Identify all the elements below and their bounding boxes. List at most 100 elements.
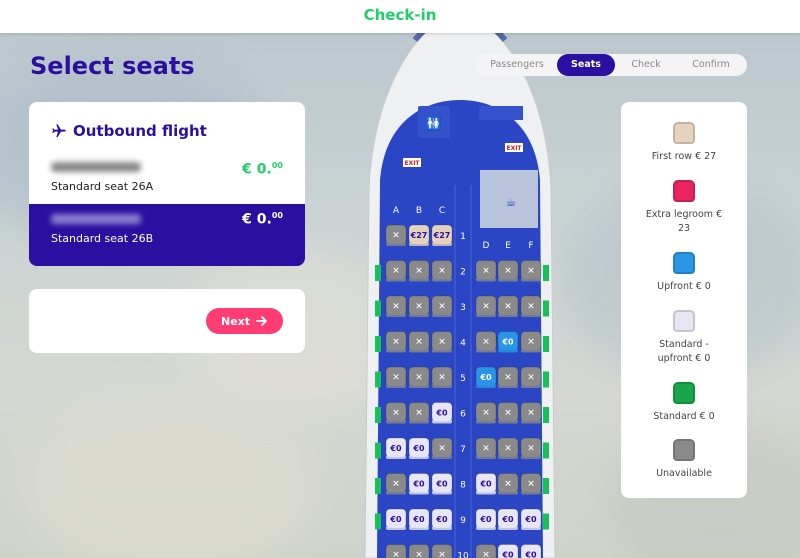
seat-available[interactable]: €0 bbox=[475, 366, 497, 388]
row-number: 5 bbox=[460, 374, 466, 384]
step-passengers[interactable]: Passengers bbox=[479, 54, 555, 76]
seat-label: €0 bbox=[389, 515, 402, 524]
seat-label: ✕ bbox=[504, 302, 512, 312]
seat-label: €0 bbox=[479, 515, 492, 524]
seat-available[interactable]: €0 bbox=[497, 508, 519, 530]
seat-unavailable: ✕ bbox=[497, 473, 519, 495]
row-number: 10 bbox=[457, 552, 469, 558]
seat-unavailable: ✕ bbox=[520, 402, 542, 424]
wing-marker bbox=[375, 478, 381, 494]
seat-unavailable: ✕ bbox=[497, 366, 519, 388]
seat-label: ✕ bbox=[482, 338, 490, 348]
seat-label: ✕ bbox=[438, 444, 446, 454]
seat-available[interactable]: €0 bbox=[431, 508, 453, 530]
seat-unavailable: ✕ bbox=[520, 331, 542, 353]
legend-label: Upfront € 0 bbox=[657, 281, 711, 292]
seat-label: ✕ bbox=[527, 480, 535, 490]
seat-unavailable: ✕ bbox=[408, 331, 430, 353]
seat-label: ✕ bbox=[392, 480, 400, 490]
seat-unavailable: ✕ bbox=[475, 544, 497, 558]
seat-unavailable: ✕ bbox=[520, 366, 542, 388]
seat-available[interactable]: €27 bbox=[408, 224, 430, 246]
seat-unavailable: ✕ bbox=[520, 437, 542, 459]
row-number: 9 bbox=[460, 516, 466, 526]
wing-marker bbox=[375, 371, 381, 388]
seat-label: €0 bbox=[412, 444, 425, 453]
seat-label: ✕ bbox=[504, 267, 512, 277]
action-card: Next bbox=[29, 289, 305, 353]
airplane-icon bbox=[52, 124, 66, 137]
wing-marker bbox=[543, 300, 549, 317]
seat-available[interactable]: €0 bbox=[475, 508, 497, 530]
wing-marker bbox=[543, 407, 549, 423]
seat-label: €0 bbox=[389, 444, 402, 453]
seat-available[interactable]: €0 bbox=[431, 402, 453, 424]
seat-label: €0 bbox=[479, 480, 492, 489]
seat-label: ✕ bbox=[504, 480, 512, 490]
wing-marker bbox=[375, 300, 381, 317]
step-check[interactable]: Check bbox=[619, 54, 673, 76]
seat-unavailable: ✕ bbox=[385, 224, 407, 246]
seat-available[interactable]: €0 bbox=[431, 473, 453, 495]
seat-label: €0 bbox=[524, 551, 537, 558]
seat-label: ✕ bbox=[504, 409, 512, 419]
seat-available[interactable]: €0 bbox=[385, 508, 407, 530]
seat-label: €0 bbox=[435, 480, 448, 489]
seat-unavailable: ✕ bbox=[475, 402, 497, 424]
seat-label: ✕ bbox=[527, 409, 535, 419]
seat-label: ✕ bbox=[482, 551, 490, 558]
seat-available[interactable]: €0 bbox=[497, 331, 519, 353]
seat-label: ✕ bbox=[392, 267, 400, 277]
seat-unavailable: ✕ bbox=[385, 402, 407, 424]
seat-swatch-icon bbox=[673, 252, 695, 274]
seat-label: €0 bbox=[435, 515, 448, 524]
seat-label: ✕ bbox=[482, 409, 490, 419]
row-number: 3 bbox=[460, 303, 466, 313]
flight-heading-label: Outbound flight bbox=[73, 122, 207, 140]
row-number: 8 bbox=[460, 481, 466, 491]
seat-label: ✕ bbox=[482, 267, 490, 277]
seat-label: ✕ bbox=[438, 267, 446, 277]
seat-available[interactable]: €27 bbox=[431, 224, 453, 246]
seat-available[interactable]: €0 bbox=[408, 437, 430, 459]
passenger-name-redacted bbox=[51, 162, 141, 172]
seat-unavailable: ✕ bbox=[408, 544, 430, 558]
seat-label: ✕ bbox=[392, 338, 400, 348]
seat-label: ✕ bbox=[527, 267, 535, 277]
seat-unavailable: ✕ bbox=[431, 437, 453, 459]
passenger-row-selected[interactable]: Standard seat 26B € 0.00 bbox=[29, 204, 305, 266]
column-label: A bbox=[393, 206, 400, 216]
seat-label: ✕ bbox=[415, 373, 423, 383]
seat-available[interactable]: €0 bbox=[408, 473, 430, 495]
seat-label: ✕ bbox=[504, 373, 512, 383]
seat-available[interactable]: €0 bbox=[385, 437, 407, 459]
seat-label: €0 bbox=[524, 515, 537, 524]
seat-available[interactable]: €0 bbox=[497, 544, 519, 558]
seat-available[interactable]: €0 bbox=[408, 508, 430, 530]
exit-label: EXIT bbox=[404, 160, 420, 167]
legend-unavailable: Unavailable bbox=[621, 439, 747, 481]
step-confirm[interactable]: Confirm bbox=[679, 54, 743, 76]
seat-unavailable: ✕ bbox=[408, 366, 430, 388]
seat-unavailable: ✕ bbox=[497, 402, 519, 424]
seat-label: ✕ bbox=[527, 444, 535, 454]
legend-first-row: First row € 27 bbox=[621, 122, 747, 164]
step-seats[interactable]: Seats bbox=[557, 54, 615, 76]
wing-marker bbox=[543, 478, 549, 494]
seat-unavailable: ✕ bbox=[497, 437, 519, 459]
seat-available[interactable]: €0 bbox=[520, 508, 542, 530]
seat-label: ✕ bbox=[415, 551, 423, 558]
row-number: 6 bbox=[460, 410, 466, 420]
seat-unavailable: ✕ bbox=[475, 331, 497, 353]
column-label: C bbox=[439, 206, 445, 216]
seat-unavailable: ✕ bbox=[475, 260, 497, 282]
seat-available[interactable]: €0 bbox=[520, 544, 542, 558]
seat-available[interactable]: €0 bbox=[475, 473, 497, 495]
passenger-row[interactable]: Standard seat 26A € 0.00 bbox=[29, 154, 305, 204]
seat-unavailable: ✕ bbox=[408, 260, 430, 282]
next-button[interactable]: Next bbox=[206, 308, 283, 334]
seat-unavailable: ✕ bbox=[475, 295, 497, 317]
page-title: Select seats bbox=[30, 52, 195, 80]
wing-marker bbox=[375, 513, 381, 530]
svg-text:☕: ☕ bbox=[506, 195, 517, 209]
